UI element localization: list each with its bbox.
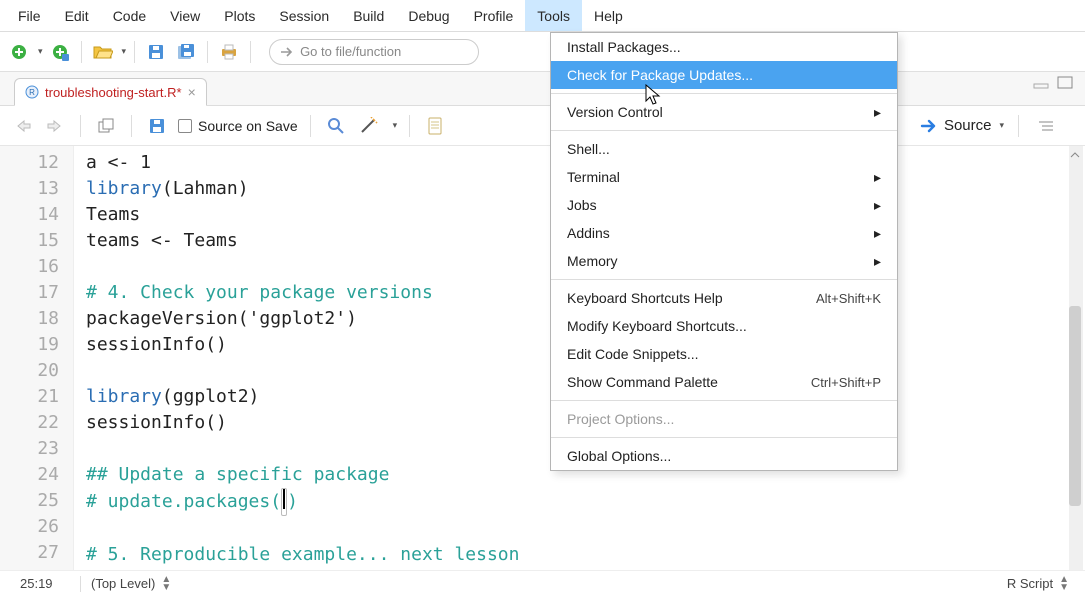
- caret-icon: ▾: [122, 46, 127, 57]
- tools-menu-item[interactable]: Install Packages...: [551, 33, 897, 61]
- line-number-gutter: 12131415161718192021222324252627: [0, 146, 74, 570]
- nav-back-button[interactable]: [10, 113, 36, 139]
- maximize-pane-icon[interactable]: [1057, 76, 1075, 90]
- tools-menu-item[interactable]: Shell...: [551, 135, 897, 163]
- editor-tab[interactable]: R troubleshooting-start.R* ×: [14, 78, 207, 106]
- chevron-right-icon: ▸: [874, 104, 881, 121]
- notebook-icon: [427, 117, 443, 135]
- goto-placeholder-text: Go to file/function: [300, 44, 401, 59]
- printer-icon: [220, 44, 238, 60]
- tools-menu-item[interactable]: Global Options...: [551, 442, 897, 470]
- scroll-up-icon[interactable]: [1069, 148, 1081, 162]
- save-all-button[interactable]: [173, 39, 199, 65]
- magnifier-icon: [327, 117, 345, 135]
- menu-build[interactable]: Build: [341, 0, 396, 31]
- save-button[interactable]: [143, 39, 169, 65]
- source-on-save-checkbox[interactable]: Source on Save: [178, 118, 298, 134]
- menu-code[interactable]: Code: [101, 0, 158, 31]
- outline-button[interactable]: [1033, 113, 1059, 139]
- code-tools-button[interactable]: [357, 113, 383, 139]
- scope-selector[interactable]: (Top Level) ▲▼: [80, 576, 181, 592]
- floppy-icon: [149, 118, 165, 134]
- source-button-label: Source: [944, 117, 992, 134]
- compile-report-button[interactable]: [422, 113, 448, 139]
- popout-icon: [98, 118, 114, 134]
- arrow-right-outline-icon: [46, 119, 64, 133]
- print-button[interactable]: [216, 39, 242, 65]
- code-editor[interactable]: 12131415161718192021222324252627 a <- 1l…: [0, 146, 1085, 570]
- floppy-stack-icon: [177, 43, 195, 61]
- main-toolbar: ▾ ▾ Go to file/function: [0, 32, 1085, 72]
- chevron-right-icon: ▸: [874, 197, 881, 214]
- menu-help[interactable]: Help: [582, 0, 635, 31]
- tools-menu-item[interactable]: Addins▸: [551, 219, 897, 247]
- find-replace-button[interactable]: [323, 113, 349, 139]
- goto-file-function-input[interactable]: Go to file/function: [269, 39, 479, 65]
- r-file-icon: R: [25, 85, 39, 99]
- menu-view[interactable]: View: [158, 0, 212, 31]
- tools-menu-item[interactable]: Modify Keyboard Shortcuts...: [551, 312, 897, 340]
- menu-session[interactable]: Session: [267, 0, 341, 31]
- caret-icon: ▾: [38, 46, 43, 57]
- caret-icon: ▾: [393, 120, 398, 131]
- tools-menu-item[interactable]: Edit Code Snippets...: [551, 340, 897, 368]
- folder-open-icon: [93, 44, 113, 60]
- statusbar: 25:19 (Top Level) ▲▼ R Script ▲▼: [0, 570, 1085, 596]
- scrollbar-thumb[interactable]: [1069, 306, 1081, 506]
- chevron-right-icon: ▸: [874, 169, 881, 186]
- updown-icon: ▲▼: [1059, 576, 1069, 592]
- tools-menu-item[interactable]: Keyboard Shortcuts HelpAlt+Shift+K: [551, 284, 897, 312]
- chevron-right-icon: ▸: [874, 225, 881, 242]
- source-on-save-label: Source on Save: [198, 118, 298, 134]
- cursor-position: 25:19: [10, 576, 80, 591]
- minimize-pane-icon[interactable]: [1033, 76, 1051, 90]
- outline-icon: [1037, 119, 1055, 133]
- menu-plots[interactable]: Plots: [212, 0, 267, 31]
- updown-icon: ▲▼: [161, 576, 171, 592]
- menu-file[interactable]: File: [6, 0, 53, 31]
- vertical-scrollbar[interactable]: [1069, 146, 1083, 570]
- arrow-right-icon: [280, 46, 294, 58]
- plus-circle-blue-icon: [51, 43, 69, 61]
- wand-icon: [359, 117, 381, 135]
- new-file-button[interactable]: [6, 39, 32, 65]
- menubar: FileEditCodeViewPlotsSessionBuildDebugPr…: [0, 0, 1085, 32]
- show-in-new-window-button[interactable]: [93, 113, 119, 139]
- tabbar: R troubleshooting-start.R* ×: [0, 72, 1085, 106]
- svg-text:R: R: [29, 88, 35, 97]
- nav-forward-button[interactable]: [42, 113, 68, 139]
- floppy-icon: [148, 44, 164, 60]
- chevron-right-icon: ▸: [874, 253, 881, 270]
- tab-filename: troubleshooting-start.R*: [45, 85, 182, 100]
- menu-debug[interactable]: Debug: [396, 0, 461, 31]
- save-file-button[interactable]: [144, 113, 170, 139]
- open-file-button[interactable]: [90, 39, 116, 65]
- tools-menu-item[interactable]: Show Command PaletteCtrl+Shift+P: [551, 368, 897, 396]
- menu-profile[interactable]: Profile: [462, 0, 526, 31]
- source-button[interactable]: Source ▾: [920, 117, 1004, 134]
- checkbox-icon: [178, 119, 192, 133]
- tools-menu-dropdown: Install Packages...Check for Package Upd…: [550, 32, 898, 471]
- arrow-left-outline-icon: [14, 119, 32, 133]
- editor-toolbar: Source on Save ▾ Source ▾: [0, 106, 1085, 146]
- scope-label: (Top Level): [91, 576, 155, 591]
- tools-menu-item[interactable]: Version Control▸: [551, 98, 897, 126]
- menu-edit[interactable]: Edit: [53, 0, 101, 31]
- tools-menu-item[interactable]: Check for Package Updates...: [551, 61, 897, 89]
- caret-icon: ▾: [999, 120, 1004, 131]
- arrow-right-blue-icon: [920, 119, 938, 133]
- language-selector[interactable]: R Script ▲▼: [1007, 576, 1075, 592]
- plus-circle-green-icon: [10, 43, 28, 61]
- new-project-button[interactable]: [47, 39, 73, 65]
- menu-tools[interactable]: Tools: [525, 0, 582, 31]
- tools-menu-item[interactable]: Terminal▸: [551, 163, 897, 191]
- tabbar-window-controls: [1033, 76, 1075, 90]
- tools-menu-item[interactable]: Jobs▸: [551, 191, 897, 219]
- tools-menu-item: Project Options...: [551, 405, 897, 433]
- tools-menu-item[interactable]: Memory▸: [551, 247, 897, 275]
- language-label: R Script: [1007, 576, 1053, 591]
- close-icon[interactable]: ×: [188, 84, 196, 100]
